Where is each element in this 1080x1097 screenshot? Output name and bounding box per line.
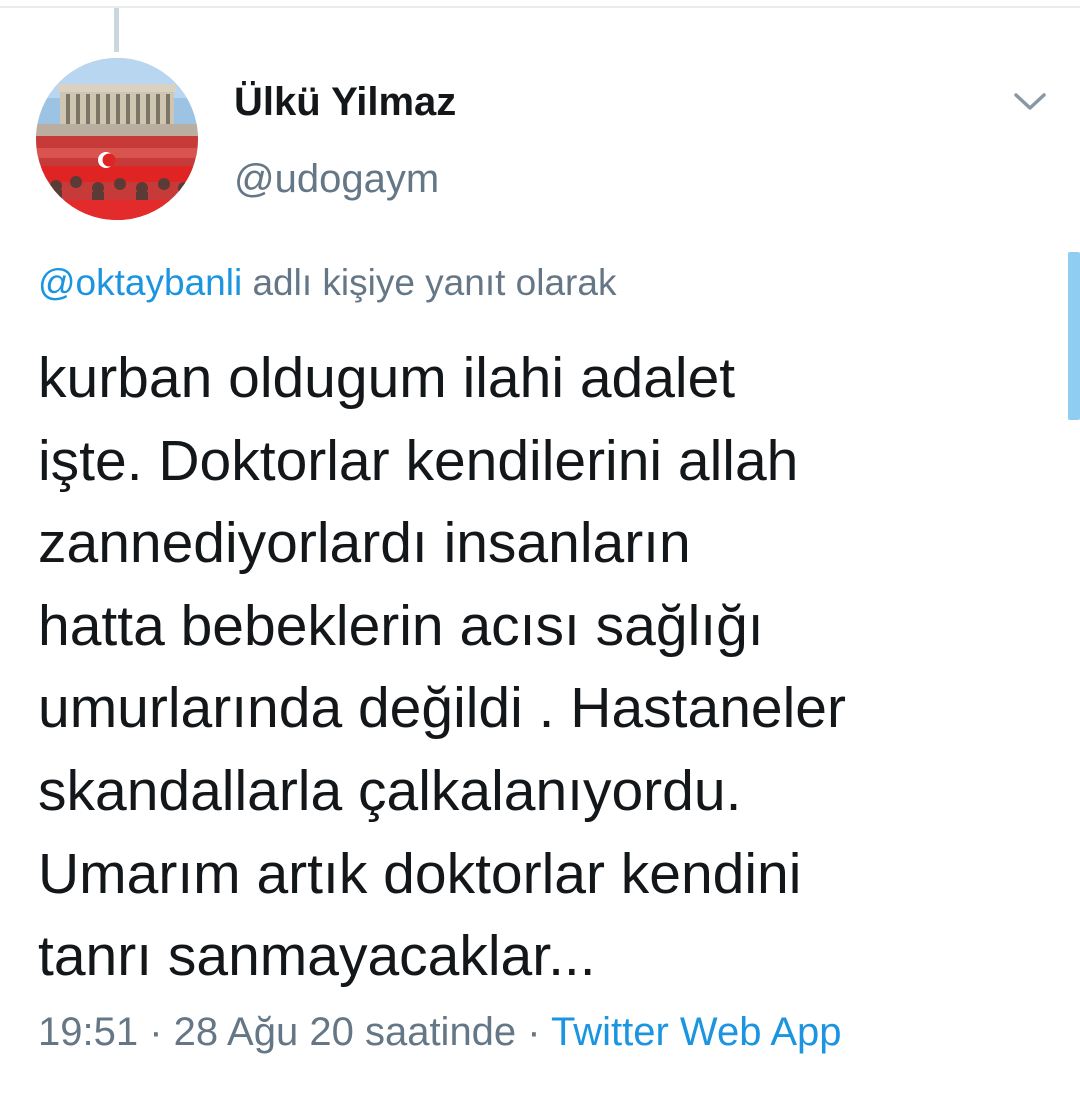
tweet-text: kurban oldugum ilahi adalet işte. Doktor…: [38, 337, 1028, 998]
reply-context: @oktaybanli adlı kişiye yanıt olarak: [38, 262, 616, 304]
author-display-name[interactable]: Ülkü Yilmaz: [234, 80, 456, 125]
tweet-source-link[interactable]: Twitter Web App: [551, 1010, 842, 1054]
author-handle[interactable]: @udogaym: [234, 157, 439, 202]
tweet-metadata: 19:51 · 28 Ağu 20 saatinde · Twitter Web…: [38, 1010, 842, 1055]
thread-connector-line: [114, 8, 119, 52]
tweet-text-line: tanrı sanmayacaklar...: [38, 924, 596, 989]
tweet-text-line: Umarım artık doktorlar kendini: [38, 841, 802, 906]
tweet-text-line: hatta bebeklerin acısı sağlığı: [38, 593, 764, 658]
reply-mention-link[interactable]: @oktaybanli: [38, 262, 242, 303]
tweet-text-line: işte. Doktorlar kendilerini allah: [38, 428, 799, 493]
tweet-text-line: zannediyorlardı insanların: [38, 511, 691, 576]
tweet-text-line: skandallarla çalkalanıyordu.: [38, 758, 742, 823]
scrollbar-thumb[interactable]: [1068, 252, 1080, 420]
tweet-time[interactable]: 19:51: [38, 1010, 138, 1054]
tweet-date[interactable]: 28 Ağu 20 saatinde: [174, 1010, 517, 1054]
divider: [0, 6, 1080, 8]
tweet-detail-view: Ülkü Yilmaz @udogaym @oktaybanli adlı ki…: [0, 0, 1080, 1097]
chevron-down-icon: [1014, 93, 1046, 110]
separator-dot: ·: [138, 1010, 174, 1054]
avatar-image: [36, 58, 198, 220]
avatar[interactable]: [36, 58, 198, 220]
tweet-text-line: umurlarında değildi . Hastaneler: [38, 676, 846, 741]
tweet-text-line: kurban oldugum ilahi adalet: [38, 346, 736, 410]
tweet-options-button[interactable]: [1010, 86, 1050, 118]
reply-context-label: adlı kişiye yanıt olarak: [242, 262, 617, 303]
separator-dot: ·: [516, 1010, 552, 1054]
